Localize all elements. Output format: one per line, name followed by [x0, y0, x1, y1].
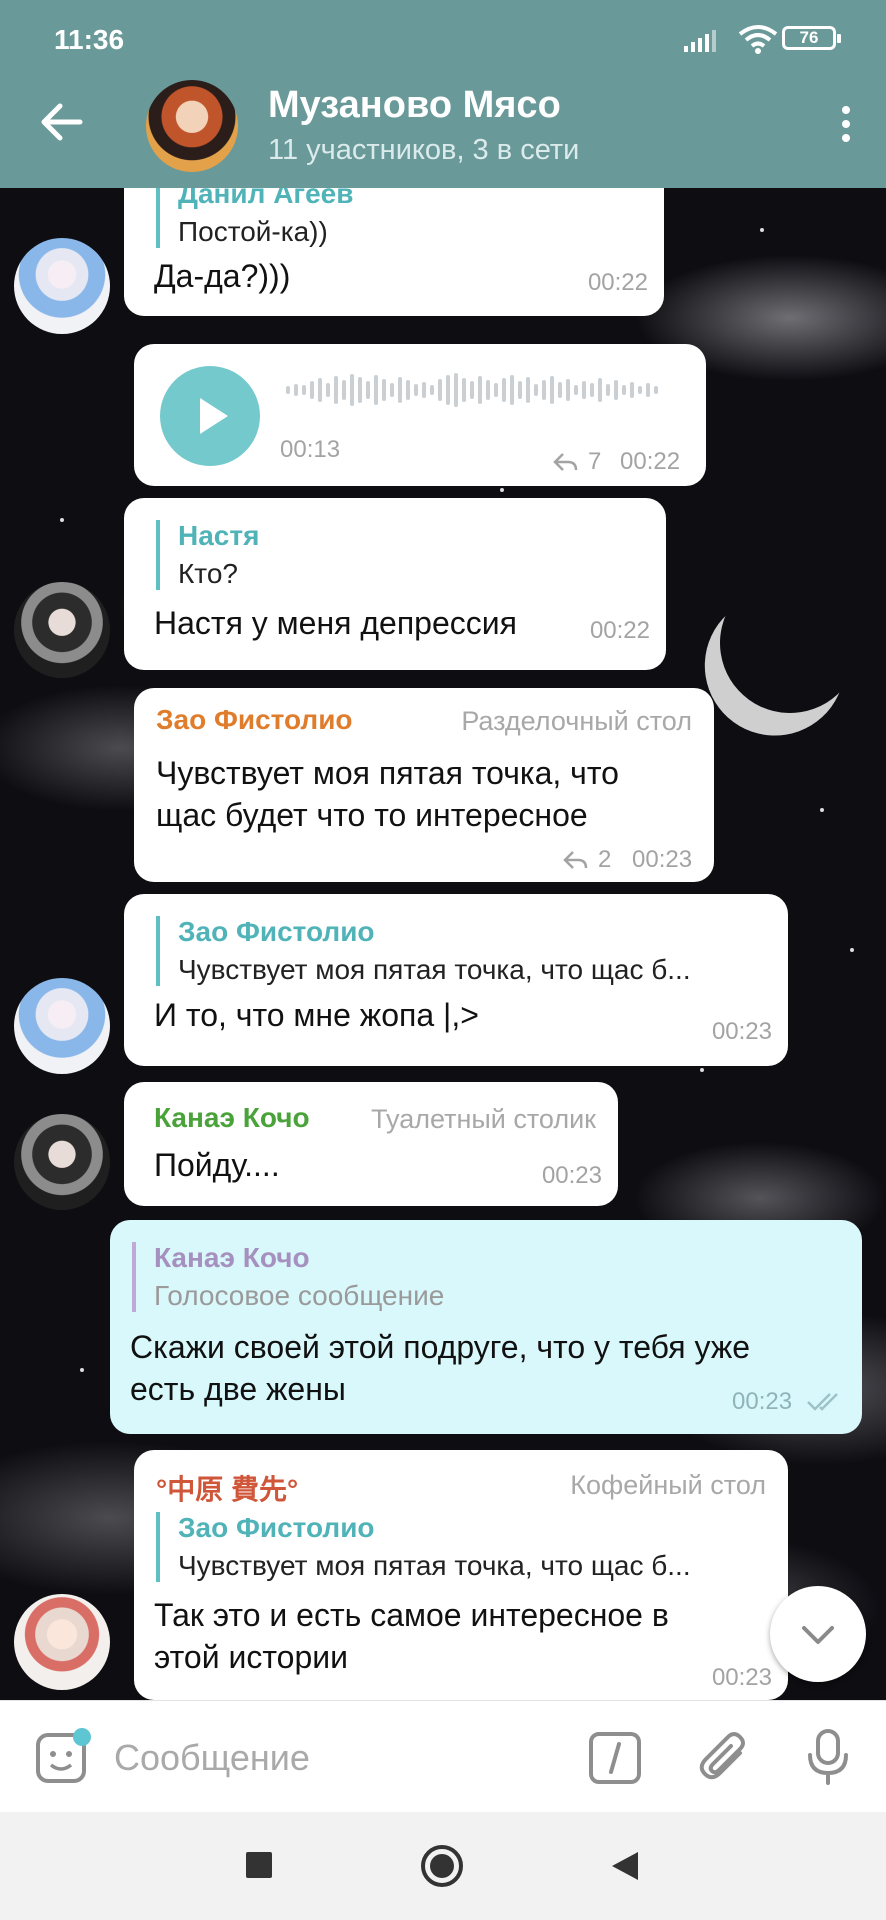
voice-duration: 00:13	[280, 436, 341, 463]
battery-indicator: 76	[782, 26, 841, 50]
group-avatar[interactable]	[146, 80, 238, 172]
reply-text: Кто?	[178, 558, 238, 589]
message-input-bar: Сообщение	[0, 1700, 886, 1812]
reply-name: Зао Фистолио	[178, 916, 375, 947]
message-time: 00:23	[732, 1388, 793, 1415]
nav-circle-icon[interactable]	[420, 1844, 464, 1888]
message-text-line: есть две жены	[130, 1371, 346, 1407]
reply-quote[interactable]: Данил Агеев Постой-ка))	[156, 188, 353, 248]
attach-clip-icon[interactable]	[696, 1727, 752, 1787]
voice-waveform[interactable]	[286, 370, 658, 410]
avatar[interactable]	[14, 582, 110, 678]
reply-name: Зао Фистолио	[178, 1512, 375, 1543]
message-bubble[interactable]: Зао Фистолио Чувствует моя пятая точка, …	[124, 894, 788, 1066]
reply-quote[interactable]: Настя Кто?	[156, 520, 259, 590]
status-bar: 11:36 76	[0, 0, 886, 78]
sender-title: Разделочный стол	[461, 706, 692, 736]
chat-title[interactable]: Музаново Мясо	[268, 84, 561, 127]
sender-name[interactable]: °中原 費先°	[156, 1468, 298, 1508]
wifi-icon	[738, 25, 778, 54]
reply-arrow-icon	[553, 453, 578, 471]
message-text: Настя у меня депрессия	[154, 605, 517, 641]
message-text-line: Скажи своей этой подруге, что у тебя уже	[130, 1329, 751, 1365]
chat-header: 11:36 76 Музаново Мясо 11 участников, 3 …	[0, 0, 886, 188]
sender-name[interactable]: Зао Фистолио	[156, 704, 353, 736]
sticker-icon[interactable]	[34, 1727, 94, 1787]
sender-title: Туалетный столик	[371, 1104, 596, 1134]
reply-name: Данил Агеев	[178, 188, 354, 209]
back-arrow-icon[interactable]	[40, 100, 84, 144]
status-time: 11:36	[54, 24, 125, 55]
reply-quote[interactable]: Зао Фистолио Чувствует моя пятая точка, …	[156, 1512, 691, 1582]
reply-count: 2	[598, 846, 612, 873]
message-text: И то, что мне жопа |,>	[154, 997, 479, 1033]
command-slash-icon[interactable]	[588, 1731, 642, 1785]
message-time: 00:23	[541, 1162, 602, 1189]
avatar[interactable]	[14, 978, 110, 1074]
reply-text: Чувствует моя пятая точка, что щас б...	[178, 954, 691, 985]
message-text: Пойду....	[154, 1147, 280, 1183]
message-time: 00:23	[632, 846, 693, 873]
message-text: Да-да?)))	[154, 258, 291, 294]
nav-back-triangle-icon[interactable]	[610, 1850, 640, 1882]
reply-text: Голосовое сообщение	[154, 1280, 445, 1311]
message-bubble[interactable]: Зао Фистолио Разделочный стол Чувствует …	[134, 688, 714, 882]
reply-quote[interactable]: Канаэ Кочо Голосовое сообщение	[132, 1242, 444, 1312]
system-nav-bar	[0, 1812, 886, 1920]
mic-icon[interactable]	[804, 1727, 852, 1787]
message-time: 00:22	[620, 448, 681, 475]
sender-title: Кофейный стол	[570, 1470, 766, 1500]
reply-name: Канаэ Кочо	[154, 1242, 310, 1273]
avatar[interactable]	[14, 238, 110, 334]
message-time: 00:23	[711, 1664, 772, 1691]
reply-quote[interactable]: Зао Фистолио Чувствует моя пятая точка, …	[156, 916, 691, 986]
moon-decoration	[700, 553, 879, 732]
avatar[interactable]	[14, 1114, 110, 1210]
message-bubble[interactable]: Данил Агеев Постой-ка)) Да-да?))) 00:22	[124, 188, 664, 316]
message-text-line: этой истории	[154, 1639, 348, 1675]
outgoing-message-bubble[interactable]: Канаэ Кочо Голосовое сообщение Скажи сво…	[110, 1220, 862, 1434]
message-text-line: Чувствует моя пятая точка, что	[156, 755, 619, 791]
nav-square-icon[interactable]	[244, 1850, 274, 1880]
play-icon[interactable]	[160, 366, 260, 466]
scroll-down-chevron-icon	[802, 1626, 834, 1644]
voice-message-bubble[interactable]: 00:13 7 00:22	[134, 344, 706, 486]
sender-name[interactable]: Канаэ Кочо	[154, 1102, 310, 1134]
chat-area[interactable]: Данил Агеев Постой-ка)) Да-да?))) 00:22 …	[0, 188, 886, 1700]
avatar[interactable]	[14, 1594, 110, 1690]
message-time: 00:23	[711, 1018, 772, 1045]
message-time: 00:22	[589, 617, 650, 644]
more-vert-icon[interactable]	[842, 106, 852, 148]
message-text-line: щас будет что то интересное	[156, 797, 588, 833]
signal-icon	[684, 30, 716, 52]
message-input[interactable]: Сообщение	[114, 1737, 310, 1779]
message-time: 00:22	[587, 269, 648, 296]
scroll-down-button[interactable]	[770, 1586, 866, 1682]
reply-name: Настя	[178, 520, 260, 551]
forward-count: 7	[588, 448, 602, 475]
message-bubble[interactable]: °中原 費先° Кофейный стол Зао Фистолио Чувст…	[134, 1450, 788, 1700]
message-bubble[interactable]: Настя Кто? Настя у меня депрессия 00:22	[124, 498, 666, 670]
chat-subtitle: 11 участников, 3 в сети	[268, 134, 580, 166]
message-bubble[interactable]: Канаэ Кочо Туалетный столик Пойду.... 00…	[124, 1082, 618, 1206]
message-text-line: Так это и есть самое интересное в	[154, 1597, 669, 1633]
reply-text: Чувствует моя пятая точка, что щас б...	[178, 1550, 691, 1581]
reply-arrow-icon	[563, 851, 588, 869]
reply-text: Постой-ка))	[178, 216, 328, 247]
read-checks-icon	[807, 1393, 838, 1411]
